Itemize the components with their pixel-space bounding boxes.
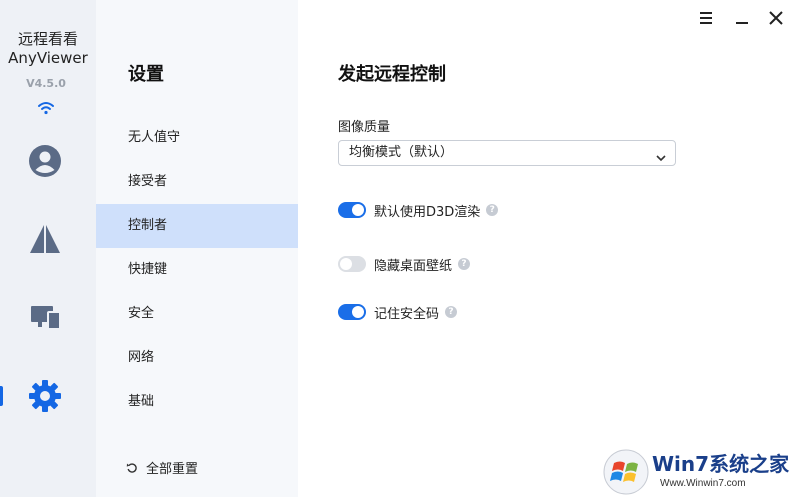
watermark-title: Win7系统之家 — [652, 452, 790, 476]
hide-wallpaper-row: 隐藏桌面壁纸 ? — [338, 254, 471, 274]
help-icon[interactable]: ? — [445, 306, 458, 318]
connect-icon[interactable] — [26, 220, 64, 258]
active-indicator — [0, 386, 3, 406]
remember-code-label: 记住安全码 — [374, 306, 440, 322]
remember-code-row: 记住安全码 ? — [338, 302, 458, 322]
nav-item-unattended[interactable]: 无人值守 — [96, 116, 298, 160]
page-title: 发起远程控制 — [338, 64, 446, 85]
nav-item-controller[interactable]: 控制者 — [96, 204, 298, 248]
d3d-render-row: 默认使用D3D渲染 ? — [338, 200, 499, 220]
account-icon[interactable] — [26, 142, 64, 180]
watermark-url: Www.Winwin7.com — [660, 478, 746, 489]
hide-wallpaper-label: 隐藏桌面壁纸 — [374, 258, 453, 274]
brand-name-cn: 远程看看 — [17, 30, 78, 48]
settings-title: 设置 — [128, 64, 164, 85]
image-quality-value: 均衡模式（默认） — [349, 145, 454, 160]
help-icon[interactable]: ? — [486, 204, 499, 216]
nav-item-basic[interactable]: 基础 — [96, 380, 298, 424]
close-icon[interactable] — [766, 8, 786, 28]
hide-wallpaper-toggle[interactable] — [338, 256, 366, 272]
image-quality-label: 图像质量 — [338, 120, 391, 135]
devices-icon[interactable] — [26, 298, 64, 336]
d3d-render-toggle[interactable] — [338, 202, 366, 218]
watermark: Win7系统之家 Www.Winwin7.com — [600, 446, 800, 497]
brand-name-en: AnyViewer — [8, 49, 88, 67]
left-rail: 远程看看 AnyViewer V4.5.0 — [0, 0, 96, 497]
minimize-icon[interactable] — [732, 8, 752, 28]
wifi-icon — [37, 100, 55, 119]
nav-item-network[interactable]: 网络 — [96, 336, 298, 380]
menu-icon[interactable] — [696, 8, 716, 28]
chevron-down-icon — [655, 148, 667, 172]
remember-code-toggle[interactable] — [338, 304, 366, 320]
reset-all-label: 全部重置 — [146, 462, 199, 477]
d3d-render-label: 默认使用D3D渲染 — [374, 204, 481, 220]
nav-item-receiver[interactable]: 接受者 — [96, 160, 298, 204]
windows-logo-icon — [603, 449, 649, 495]
reset-all-button[interactable]: 全部重置 — [126, 458, 198, 477]
version-label: V4.5.0 — [26, 77, 66, 90]
image-quality-select[interactable]: 均衡模式（默认） — [338, 140, 676, 166]
nav-item-security[interactable]: 安全 — [96, 292, 298, 336]
settings-icon[interactable] — [26, 377, 64, 415]
nav-item-shortcuts[interactable]: 快捷键 — [96, 248, 298, 292]
help-icon[interactable]: ? — [458, 258, 471, 270]
settings-nav: 设置 无人值守 接受者 控制者 快捷键 安全 网络 基础 全部重置 — [96, 0, 298, 497]
reset-icon — [126, 462, 137, 473]
